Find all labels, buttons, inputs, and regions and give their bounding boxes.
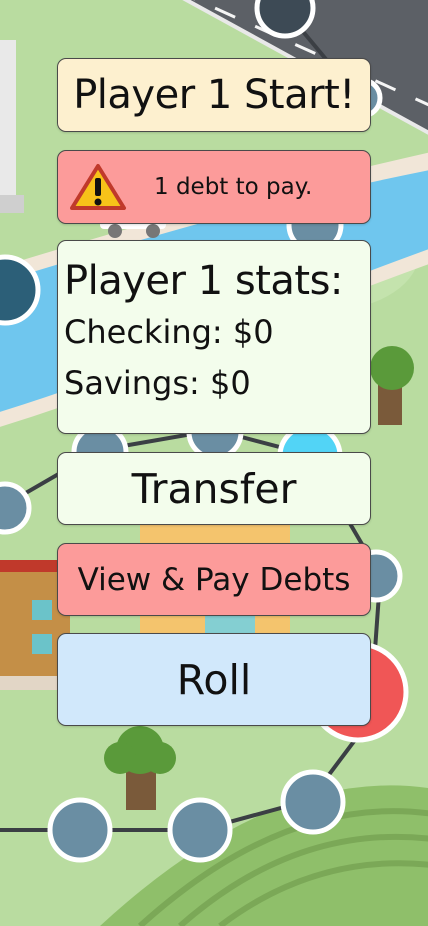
checking-value: $0 [232,313,274,351]
savings-value: $0 [209,364,251,402]
checking-label: Checking: [64,313,223,351]
debt-alert: 1 debt to pay. [57,150,371,224]
roll-button[interactable]: Roll [57,633,371,726]
view-pay-debts-label: View & Pay Debts [77,561,351,598]
turn-banner-text: Player 1 Start! [73,72,355,118]
savings-line: Savings: $0 [64,358,370,409]
player-stats-panel: Player 1 stats: Checking: $0 Savings: $0 [57,240,371,434]
checking-line: Checking: $0 [64,307,370,358]
turn-banner: Player 1 Start! [57,58,371,132]
warning-icon [70,164,126,210]
roll-button-label: Roll [176,655,252,704]
transfer-button[interactable]: Transfer [57,452,371,525]
transfer-button-label: Transfer [131,464,297,513]
debt-alert-text: 1 debt to pay. [154,174,313,200]
view-pay-debts-button[interactable]: View & Pay Debts [57,543,371,616]
stats-title: Player 1 stats: [64,258,343,304]
savings-label: Savings: [64,364,200,402]
